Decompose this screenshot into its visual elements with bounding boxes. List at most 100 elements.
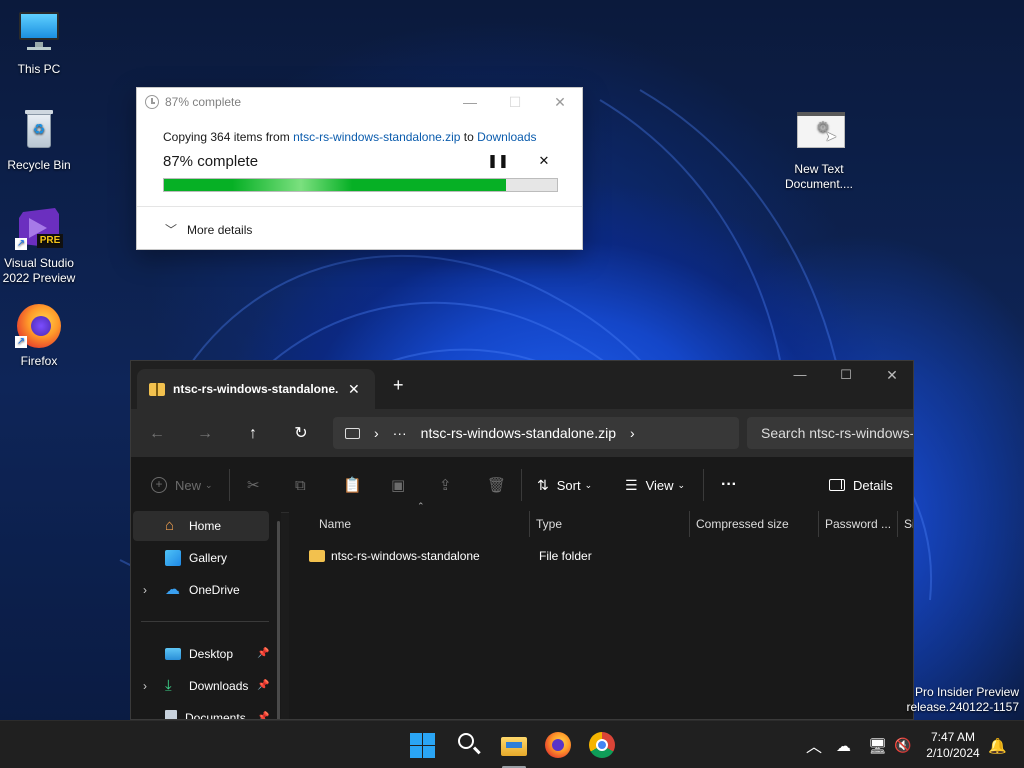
sidebar-item-label: Desktop	[189, 647, 234, 661]
chevron-right-icon: ›	[629, 425, 635, 441]
sort-button[interactable]: ⇅ Sort ⌄	[537, 475, 592, 495]
pane-splitter[interactable]	[277, 521, 280, 719]
computer-icon	[345, 427, 360, 439]
tab-close-icon[interactable]: ✕	[348, 381, 360, 398]
command-separator	[703, 469, 704, 501]
explorer-tab[interactable]: ntsc-rs-windows-standalone.zip ✕	[137, 369, 375, 409]
sidebar-item-onedrive[interactable]: ☁ OneDrive	[133, 575, 269, 605]
firefox-icon: ↗	[15, 302, 63, 350]
sidebar-item-label: Gallery	[189, 551, 228, 565]
destination-link[interactable]: Downloads	[477, 130, 536, 144]
desktop-icon-label: Recycle Bin	[7, 158, 71, 172]
sidebar-item-documents[interactable]: Documents	[133, 703, 269, 720]
up-arrow-icon[interactable]: ↑	[242, 423, 264, 445]
refresh-icon[interactable]: ↻	[290, 423, 312, 445]
more-details-toggle[interactable]: ﹀ More details	[165, 221, 252, 238]
sidebar-item-home[interactable]: ⌂ Home	[133, 511, 269, 541]
back-arrow-icon[interactable]: ←	[146, 423, 168, 445]
desktop-icon-label: New Text	[794, 162, 844, 176]
close-button[interactable]: ✕	[545, 92, 575, 112]
visual-studio-icon: PRE ↗	[15, 204, 63, 252]
forward-arrow-icon[interactable]: →	[194, 423, 216, 445]
search-icon[interactable]	[456, 731, 484, 759]
mouse-cursor-icon: ➤	[825, 128, 837, 144]
desktop-icon-label: 2022 Preview	[2, 271, 76, 285]
column-header-compressed-size[interactable]: Compressed size	[690, 511, 818, 537]
monitor-icon	[15, 10, 63, 58]
rename-icon[interactable]: ▣	[391, 475, 405, 495]
watermark-line2: release.240122-1157	[906, 700, 1019, 714]
desktop-icon-this-pc[interactable]: This PC	[1, 10, 77, 77]
column-header-type[interactable]: Type	[530, 511, 689, 537]
sidebar-item-label: Downloads	[189, 679, 249, 693]
delete-icon[interactable]: 🗑	[487, 475, 506, 495]
navigation-pane: ⌂ Home Gallery › ☁ OneDrive Desktop 📌 › …	[131, 511, 281, 720]
insider-watermark: Pro Insider Preview release.240122-1157	[906, 685, 1019, 715]
home-icon: ⌂	[165, 517, 175, 534]
command-bar: + New ⌄ ✂ ⧉ 📋 ▣ ⇪ 🗑 ⇅ Sort ⌄ ☰ View ⌄ ··…	[131, 457, 913, 513]
chevron-down-icon: ⌄	[205, 479, 213, 490]
chevron-down-icon: ⌄	[584, 479, 593, 490]
file-row[interactable]: ntsc-rs-windows-standalone File folder	[309, 547, 909, 565]
chrome-taskbar-icon[interactable]	[588, 731, 616, 759]
pin-icon: 📌	[257, 648, 270, 659]
sidebar-item-desktop[interactable]: Desktop	[133, 639, 269, 669]
source-link[interactable]: ntsc-rs-windows-standalone.zip	[293, 130, 460, 144]
to-text: to	[460, 130, 478, 144]
sidebar-item-downloads[interactable]: ⤓ Downloads	[133, 671, 269, 701]
notification-bell-icon[interactable]: 🔔	[988, 737, 1007, 755]
more-details-label: More details	[187, 222, 253, 237]
desktop-folder-icon	[165, 648, 181, 660]
firefox-taskbar-icon[interactable]	[544, 731, 572, 759]
start-button[interactable]	[410, 733, 436, 759]
maximize-button[interactable]: ☐	[823, 367, 869, 387]
copy-description: Copying 364 items from ntsc-rs-windows-s…	[163, 130, 556, 144]
column-header-label: Password ...	[825, 517, 892, 531]
column-header-password[interactable]: Password ...	[819, 511, 897, 537]
details-button[interactable]: Details	[829, 475, 893, 495]
chevron-up-icon[interactable]: ︿	[806, 733, 822, 757]
address-bar[interactable]: › ··· ntsc-rs-windows-standalone.zip ›	[333, 417, 739, 449]
column-header-size[interactable]: Si	[898, 511, 913, 537]
sidebar-item-gallery[interactable]: Gallery	[133, 543, 269, 573]
documents-icon	[165, 710, 177, 719]
cloud-icon: ☁	[165, 581, 180, 598]
desktop-icon-recycle-bin[interactable]: ♻ Recycle Bin	[1, 106, 77, 173]
onedrive-offline-icon[interactable]: ☁	[836, 737, 851, 755]
desktop-icon-visual-studio[interactable]: PRE ↗ Visual Studio 2022 Preview	[1, 204, 77, 286]
network-icon[interactable]: 🖥	[868, 737, 887, 755]
sidebar-item-label: Documents	[185, 711, 246, 720]
new-tab-button[interactable]: +	[393, 375, 404, 396]
zip-folder-icon	[149, 382, 165, 396]
close-button[interactable]: ✕	[869, 367, 913, 387]
column-header-label: Name	[319, 517, 352, 531]
minimize-button[interactable]: —	[455, 92, 485, 112]
pause-button[interactable]: ❚❚	[486, 151, 510, 171]
share-icon[interactable]: ⇪	[439, 475, 452, 495]
volume-muted-icon[interactable]: 🔇	[894, 737, 911, 754]
gallery-icon	[165, 550, 181, 566]
more-options-icon[interactable]: ···	[721, 475, 737, 495]
address-path[interactable]: ntsc-rs-windows-standalone.zip	[421, 425, 616, 441]
file-list: ⌃ Name Type Compressed size Password ...…	[289, 501, 913, 719]
more-path-icon[interactable]: ···	[393, 425, 407, 441]
cut-icon[interactable]: ✂	[247, 475, 260, 495]
view-label: View	[645, 477, 674, 493]
view-button[interactable]: ☰ View ⌄	[625, 475, 685, 495]
maximize-button[interactable]: ☐	[500, 92, 530, 112]
file-explorer-taskbar-icon[interactable]	[500, 731, 528, 768]
dialog-divider	[137, 206, 582, 207]
minimize-button[interactable]: —	[777, 367, 823, 387]
watermark-line1: Pro Insider Preview	[914, 685, 1019, 699]
paste-icon[interactable]: 📋	[343, 475, 362, 495]
new-button[interactable]: + New ⌄	[151, 475, 213, 495]
desktop-icon-firefox[interactable]: ↗ Firefox	[1, 302, 77, 369]
percent-complete-text: 87% complete	[163, 152, 259, 170]
search-input[interactable]: Search ntsc-rs-windows-standalone.zip	[747, 417, 913, 449]
taskbar-clock[interactable]: 7:47 AM 2/10/2024	[918, 729, 988, 761]
cancel-button[interactable]: ✕	[532, 151, 556, 171]
copy-icon[interactable]: ⧉	[295, 475, 306, 495]
column-header-name[interactable]: Name	[313, 511, 529, 537]
desktop-icon-new-text-document[interactable]: ⚙ ➤ New Text Document....	[781, 110, 857, 192]
dialog-title: 87% complete	[165, 95, 242, 109]
